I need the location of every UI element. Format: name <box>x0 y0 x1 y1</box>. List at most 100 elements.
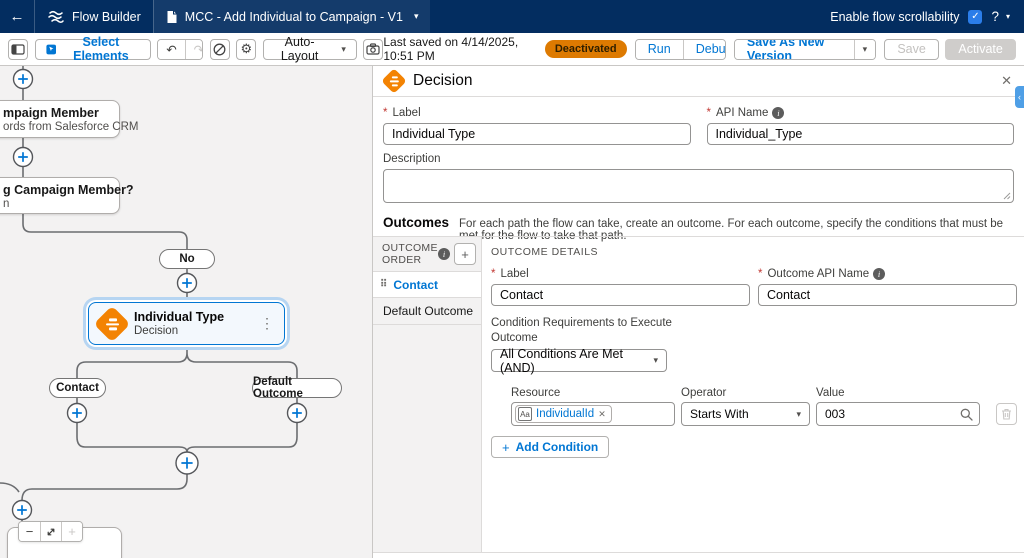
chevron-down-icon: ▾ <box>414 11 419 22</box>
branch-label-no[interactable]: No <box>159 249 215 269</box>
minus-icon: − <box>26 524 34 539</box>
chevron-down-icon: ▾ <box>341 44 346 55</box>
info-icon: i <box>438 248 450 260</box>
gear-icon: ⚙ <box>241 41 253 57</box>
drag-handle-icon[interactable]: ⠿ <box>380 279 387 290</box>
back-button[interactable]: ← <box>0 0 34 33</box>
save-as-chevron-button[interactable]: ▾ <box>854 40 876 59</box>
zoom-in-button[interactable]: + <box>61 522 82 541</box>
delete-condition-button[interactable] <box>996 403 1017 425</box>
node-subtitle: Decision <box>134 325 224 337</box>
outcome-order-panel: OUTCOME ORDER i + ⠿ Contact Default Outc… <box>373 237 482 552</box>
auto-layout-dropdown[interactable]: Auto-Layout ▾ <box>263 39 357 60</box>
top-navbar: ← Flow Builder MCC - Add Individual to C… <box>0 0 1024 33</box>
condition-requirements-label-line1: Condition Requirements to Execute <box>491 316 1017 331</box>
help-menu[interactable]: ? ▾ <box>991 9 1010 24</box>
browser-side-tab[interactable]: ‹ <box>1015 86 1024 108</box>
search-icon[interactable] <box>960 408 973 421</box>
text-type-icon: Aa <box>518 407 532 421</box>
save-as-new-version-button[interactable]: Save As New Version <box>735 40 854 59</box>
remove-pill-icon[interactable]: ✕ <box>598 409 606 420</box>
resource-pill[interactable]: Aa IndividualId ✕ <box>515 405 612 423</box>
required-asterisk: * <box>491 268 495 280</box>
panel-title: Decision <box>413 72 472 90</box>
settings-button[interactable]: ⚙ <box>236 39 256 60</box>
outcome-label-field-label: Label <box>500 268 528 280</box>
api-name-input[interactable] <box>707 123 1015 145</box>
save-button[interactable]: Save <box>884 39 939 60</box>
scrollability-label: Enable flow scrollability <box>830 10 959 24</box>
resource-combobox[interactable]: Aa IndividualId ✕ <box>511 402 675 426</box>
label-field-label: Label <box>392 107 420 119</box>
run-button[interactable]: Run <box>636 40 683 59</box>
fit-view-button[interactable] <box>40 522 61 541</box>
condition-row: Resource Aa IndividualId ✕ Operator <box>511 387 1017 426</box>
node-menu-button[interactable]: ⋮ <box>260 315 274 332</box>
node-individual-type-selected[interactable]: Individual Type Decision ⋮ <box>88 302 285 345</box>
activate-button[interactable]: Activate <box>945 39 1015 60</box>
condition-requirements-select[interactable]: All Conditions Are Met (AND) ▾ <box>491 349 667 372</box>
decision-edit-panel: Decision ✕ *Label *API Namei Description <box>372 66 1024 558</box>
navbar-right: Enable flow scrollability ✓ ? ▾ <box>830 9 1024 24</box>
add-outcome-button[interactable]: + <box>454 243 476 265</box>
disable-element-button[interactable] <box>210 39 230 60</box>
outcomes-region: OUTCOME ORDER i + ⠿ Contact Default Outc… <box>373 236 1024 553</box>
toggle-panel-button[interactable] <box>8 39 28 60</box>
outcome-label-input[interactable] <box>491 284 750 306</box>
node-campaign-member[interactable]: mpaign Member ords from Salesforce CRM <box>0 100 120 138</box>
no-entry-icon <box>213 43 226 56</box>
outcome-item-contact[interactable]: ⠿ Contact <box>373 271 481 298</box>
zoom-controls: − + <box>18 521 83 542</box>
resize-handle-icon[interactable] <box>1002 191 1011 200</box>
required-asterisk: * <box>758 268 762 280</box>
outcomes-heading: Outcomes <box>383 215 449 230</box>
capture-button[interactable] <box>363 39 383 60</box>
node-subtitle: ords from Salesforce CRM <box>3 121 119 133</box>
flow-title-tab[interactable]: MCC - Add Individual to Campaign - V1 ▾ <box>153 0 431 33</box>
flow-canvas[interactable]: mpaign Member ords from Salesforce CRM g… <box>0 66 372 558</box>
plus-icon: + <box>461 247 469 262</box>
outcome-api-field-label: Outcome API Name <box>767 268 869 280</box>
branch-label-default-outcome[interactable]: Default Outcome <box>252 378 342 398</box>
operator-value: Starts With <box>690 407 749 421</box>
debug-button[interactable]: Debug <box>683 40 726 59</box>
trash-icon <box>1001 408 1012 420</box>
add-condition-label: Add Condition <box>516 440 599 454</box>
add-condition-button[interactable]: + Add Condition <box>491 436 609 458</box>
outcome-item-default[interactable]: Default Outcome <box>373 298 481 325</box>
auto-layout-label: Auto-Layout <box>274 35 325 63</box>
resource-pill-label: IndividualId <box>536 408 594 420</box>
label-input[interactable] <box>383 123 691 145</box>
status-badge: Deactivated <box>545 40 627 58</box>
node-subtitle: n <box>3 198 119 210</box>
description-label: Description <box>383 153 441 165</box>
chevron-down-icon: ▾ <box>863 44 868 55</box>
toolbar: Select Elements ↶ ↷ ⚙ Auto-Layout ▾ <box>0 33 1024 66</box>
select-elements-icon <box>46 43 57 56</box>
outcome-item-label: Default Outcome <box>383 304 473 318</box>
decision-icon <box>381 68 406 93</box>
outcome-api-input[interactable] <box>758 284 1017 306</box>
description-textarea[interactable] <box>383 169 1014 203</box>
resource-label: Resource <box>511 387 560 399</box>
chevron-down-icon: ▾ <box>796 409 801 420</box>
operator-select[interactable]: Starts With ▾ <box>681 402 810 426</box>
node-title: mpaign Member <box>3 106 119 120</box>
close-panel-button[interactable]: ✕ <box>1001 73 1012 89</box>
zoom-out-button[interactable]: − <box>19 522 40 541</box>
scrollability-checkbox[interactable]: ✓ <box>968 10 982 24</box>
node-campaign-member-decision[interactable]: g Campaign Member? n <box>0 177 120 214</box>
value-input[interactable] <box>817 403 979 425</box>
help-icon: ? <box>991 9 999 24</box>
undo-button[interactable]: ↶ <box>158 40 184 59</box>
select-elements-button[interactable]: Select Elements <box>35 39 151 60</box>
info-icon: i <box>772 107 784 119</box>
redo-button[interactable]: ↷ <box>185 40 204 59</box>
branch-label-contact[interactable]: Contact <box>49 378 106 398</box>
select-elements-label: Select Elements <box>62 35 139 63</box>
redo-icon: ↷ <box>194 42 204 57</box>
required-asterisk: * <box>383 107 387 119</box>
last-saved-text: Last saved on 4/14/2025, 10:51 PM <box>383 35 538 63</box>
chevron-down-icon: ▾ <box>653 355 658 366</box>
undo-icon: ↶ <box>166 42 176 57</box>
